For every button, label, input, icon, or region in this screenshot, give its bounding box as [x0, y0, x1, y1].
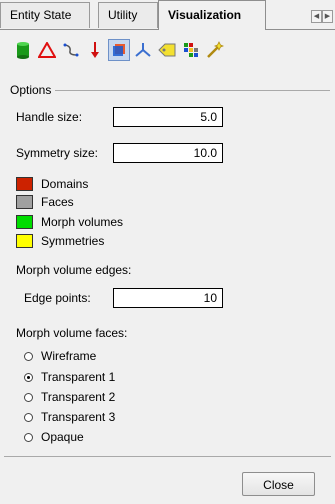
- radio-wireframe[interactable]: Wireframe: [24, 348, 96, 364]
- legend-morph-volumes: Morph volumes: [16, 215, 123, 229]
- curve-icon[interactable]: [60, 39, 82, 61]
- cube-icon[interactable]: [108, 39, 130, 61]
- morph-volume-edges-heading: Morph volume edges:: [16, 263, 132, 277]
- grid-icon[interactable]: [180, 39, 202, 61]
- radio-button[interactable]: [24, 412, 33, 422]
- radio-transparent-1[interactable]: Transparent 1: [24, 369, 115, 385]
- tab-utility[interactable]: Utility: [98, 2, 158, 28]
- legend-faces-label: Faces: [41, 195, 74, 209]
- arrow-down-icon[interactable]: [84, 39, 106, 61]
- radio-button[interactable]: [24, 392, 33, 402]
- cylinder-icon[interactable]: [12, 39, 34, 61]
- visualization-toolbar: [12, 38, 228, 62]
- edge-points-input[interactable]: [113, 288, 223, 308]
- footer-divider: [4, 456, 331, 457]
- triangle-icon[interactable]: [36, 39, 58, 61]
- radio-transparent-2[interactable]: Transparent 2: [24, 389, 115, 405]
- handle-size-label: Handle size:: [16, 110, 83, 124]
- domains-color-swatch[interactable]: [16, 177, 33, 191]
- radio-transparent-3[interactable]: Transparent 3: [24, 409, 115, 425]
- radio-button[interactable]: [24, 372, 33, 382]
- legend-morph-volumes-label: Morph volumes: [41, 215, 124, 229]
- symmetry-size-label: Symmetry size:: [16, 146, 99, 160]
- radio-wireframe-label: Wireframe: [41, 349, 97, 363]
- options-group-label: Options: [10, 83, 56, 97]
- options-group-divider: [10, 90, 330, 91]
- legend-domains-label: Domains: [41, 177, 89, 191]
- tab-entity-state[interactable]: Entity State: [0, 2, 90, 28]
- wand-icon[interactable]: [204, 39, 226, 61]
- close-button[interactable]: Close: [242, 472, 315, 496]
- tab-scroll-buttons: ◀ ▶: [311, 10, 333, 23]
- morph-volumes-color-swatch[interactable]: [16, 215, 33, 229]
- radio-transparent-2-label: Transparent 2: [41, 390, 116, 404]
- tab-bar: Entity State Utility Visualization ◀ ▶: [0, 0, 335, 30]
- symmetry-size-input[interactable]: [113, 143, 223, 163]
- handle-size-input[interactable]: [113, 107, 223, 127]
- scroll-left-icon[interactable]: ◀: [311, 10, 322, 23]
- radio-transparent-1-label: Transparent 1: [41, 370, 116, 384]
- edge-points-label: Edge points:: [24, 291, 91, 305]
- radio-opaque-label: Opaque: [41, 430, 84, 444]
- tag-icon[interactable]: [156, 39, 178, 61]
- radio-transparent-3-label: Transparent 3: [41, 410, 116, 424]
- legend-domains: Domains: [16, 177, 88, 191]
- radio-button[interactable]: [24, 351, 33, 361]
- legend-symmetries-label: Symmetries: [41, 234, 105, 248]
- radio-button[interactable]: [24, 432, 33, 442]
- radio-opaque[interactable]: Opaque: [24, 429, 84, 445]
- axes-icon[interactable]: [132, 39, 154, 61]
- scroll-right-icon[interactable]: ▶: [322, 10, 333, 23]
- legend-symmetries: Symmetries: [16, 234, 104, 248]
- tab-visualization[interactable]: Visualization: [158, 0, 266, 30]
- morph-volume-faces-heading: Morph volume faces:: [16, 326, 128, 340]
- symmetries-color-swatch[interactable]: [16, 234, 33, 248]
- faces-color-swatch[interactable]: [16, 195, 33, 209]
- legend-faces: Faces: [16, 195, 74, 209]
